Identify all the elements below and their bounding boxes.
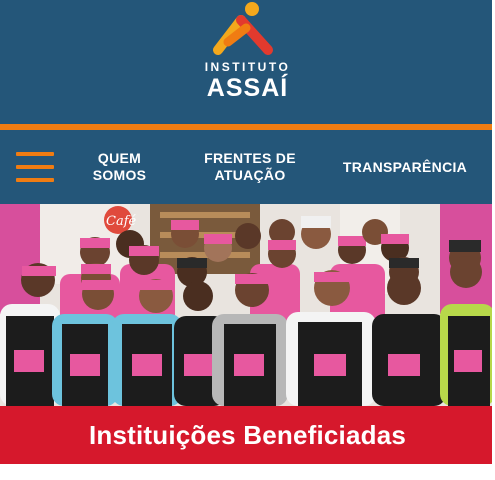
banner-title: Instituições Beneficiadas xyxy=(88,419,407,450)
cafe-sign-text: Café xyxy=(106,214,137,229)
nav-item-label: TRANSPARÊNCIA xyxy=(342,158,468,175)
beneficiary-institutions-banner[interactable]: Instituições Beneficiadas xyxy=(0,406,495,464)
main-navigation: QUEM SOMOS FRENTES DE ATUAÇÃO TRANSPARÊN… xyxy=(0,130,495,204)
hero-group-photo: Café xyxy=(0,204,495,406)
nav-item-transparencia[interactable]: TRANSPARÊNCIA xyxy=(330,130,480,204)
site-header: INSTITUTO ASSAÍ xyxy=(0,0,495,124)
logo-text-instituto: INSTITUTO xyxy=(204,60,291,74)
logo-text-assai: ASSAÍ xyxy=(206,74,289,102)
nav-item-label: FRENTES DE xyxy=(204,150,296,166)
group-photo-illustration: Café xyxy=(0,204,495,406)
nav-item-label: ATUAÇÃO xyxy=(214,167,286,183)
nav-item-label: SOMOS xyxy=(92,167,147,183)
nav-item-frentes-de-atuacao[interactable]: FRENTES DE ATUAÇÃO xyxy=(186,130,314,204)
hamburger-menu-icon[interactable] xyxy=(16,152,54,182)
instituto-assai-logo[interactable]: INSTITUTO ASSAÍ xyxy=(0,0,495,124)
nav-item-quem-somos[interactable]: QUEM SOMOS xyxy=(72,130,167,204)
logo-mark-icon xyxy=(213,2,273,55)
nav-item-label: QUEM xyxy=(97,150,142,166)
